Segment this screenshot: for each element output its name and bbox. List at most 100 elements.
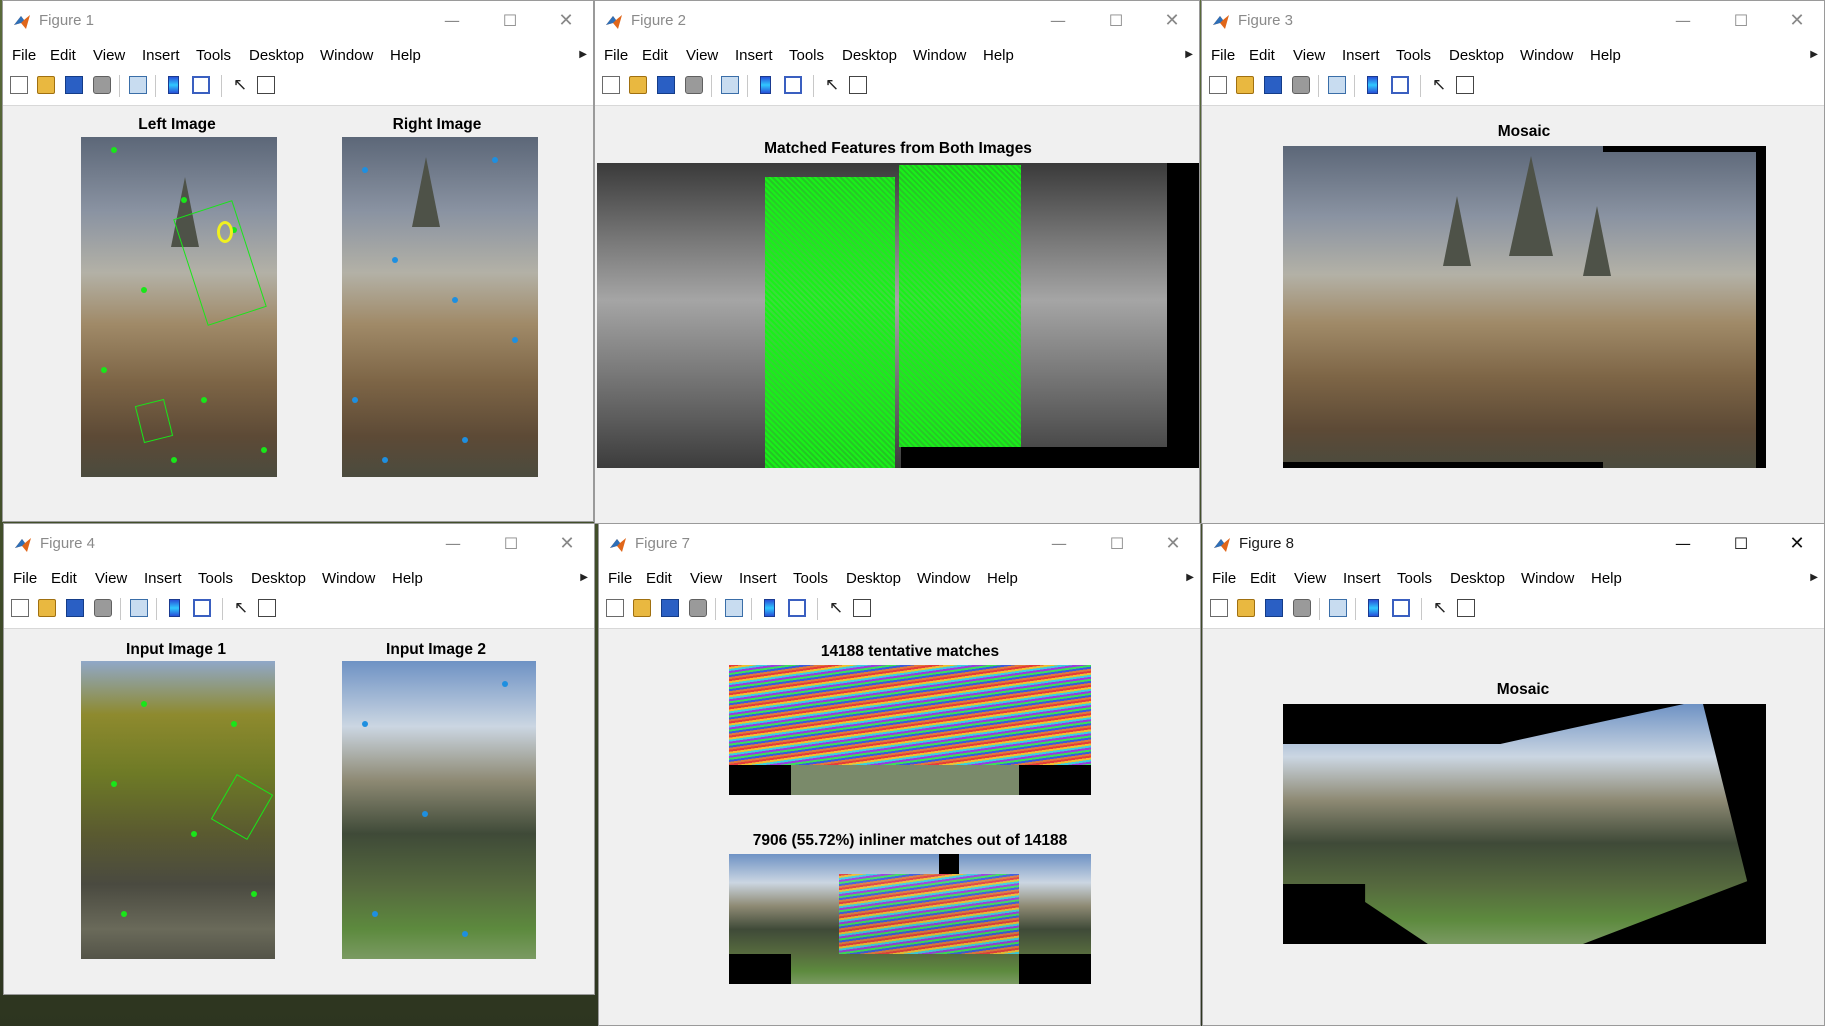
menu-window[interactable]: Window bbox=[1520, 47, 1573, 64]
colorbar-icon[interactable] bbox=[168, 76, 179, 94]
close-button[interactable]: ✕ bbox=[1157, 7, 1187, 35]
new-figure-icon[interactable] bbox=[606, 599, 624, 617]
edit-plot-arrow-icon[interactable]: ↖ bbox=[827, 599, 845, 617]
menu-tools[interactable]: Tools bbox=[196, 47, 231, 64]
save-icon[interactable] bbox=[661, 599, 679, 617]
right-image[interactable] bbox=[342, 137, 538, 477]
open-file-icon[interactable] bbox=[629, 76, 647, 94]
figure-canvas[interactable]: Mosaic bbox=[1203, 629, 1824, 1025]
open-file-icon[interactable] bbox=[1237, 599, 1255, 617]
minimize-button[interactable]: — bbox=[1043, 7, 1073, 35]
menu-tools[interactable]: Tools bbox=[789, 47, 824, 64]
figure-4-window[interactable]: Figure 4 — ☐ ✕ File Edit View Insert Too… bbox=[3, 523, 595, 995]
close-button[interactable]: ✕ bbox=[1782, 530, 1812, 558]
toolbar-chevron-icon[interactable]: ▶ bbox=[1810, 49, 1818, 60]
figure-canvas[interactable]: Matched Features from Both Images bbox=[595, 106, 1199, 523]
close-button[interactable]: ✕ bbox=[552, 530, 582, 558]
property-inspector-icon[interactable] bbox=[853, 599, 871, 617]
open-file-icon[interactable] bbox=[37, 76, 55, 94]
matched-features-image[interactable] bbox=[597, 163, 1199, 468]
menu-window[interactable]: Window bbox=[322, 570, 375, 587]
new-figure-icon[interactable] bbox=[602, 76, 620, 94]
menu-tools[interactable]: Tools bbox=[1396, 47, 1431, 64]
title-bar[interactable]: Figure 2 — ☐ ✕ bbox=[595, 1, 1199, 41]
figure-canvas[interactable]: Left Image Right Image bbox=[3, 106, 593, 521]
menu-tools[interactable]: Tools bbox=[1397, 570, 1432, 587]
save-icon[interactable] bbox=[1264, 76, 1282, 94]
minimize-button[interactable]: — bbox=[1668, 7, 1698, 35]
minimize-button[interactable]: — bbox=[437, 7, 467, 35]
toolbar-chevron-icon[interactable]: ▶ bbox=[579, 49, 587, 60]
mosaic-image[interactable] bbox=[1283, 146, 1766, 468]
legend-icon[interactable] bbox=[1391, 76, 1409, 94]
menu-tools[interactable]: Tools bbox=[793, 570, 828, 587]
link-plot-icon[interactable] bbox=[129, 76, 147, 94]
menu-window[interactable]: Window bbox=[913, 47, 966, 64]
menu-view[interactable]: View bbox=[1293, 47, 1325, 64]
title-bar[interactable]: Figure 1 — ☐ ✕ bbox=[3, 1, 593, 41]
menu-desktop[interactable]: Desktop bbox=[846, 570, 901, 587]
menu-insert[interactable]: Insert bbox=[739, 570, 777, 587]
edit-plot-arrow-icon[interactable]: ↖ bbox=[823, 76, 841, 94]
menu-view[interactable]: View bbox=[686, 47, 718, 64]
menu-view[interactable]: View bbox=[690, 570, 722, 587]
legend-icon[interactable] bbox=[193, 599, 211, 617]
minimize-button[interactable]: — bbox=[1668, 530, 1698, 558]
print-icon[interactable] bbox=[1292, 76, 1310, 94]
menu-file[interactable]: File bbox=[1212, 570, 1236, 587]
save-icon[interactable] bbox=[1265, 599, 1283, 617]
open-file-icon[interactable] bbox=[633, 599, 651, 617]
input-image-1[interactable] bbox=[81, 661, 275, 959]
menu-edit[interactable]: Edit bbox=[642, 47, 668, 64]
title-bar[interactable]: Figure 4 — ☐ ✕ bbox=[4, 524, 594, 564]
figure-2-window[interactable]: Figure 2 — ☐ ✕ File Edit View Insert Too… bbox=[594, 0, 1200, 524]
title-bar[interactable]: Figure 7 — ☐ ✕ bbox=[599, 524, 1200, 564]
link-plot-icon[interactable] bbox=[725, 599, 743, 617]
link-plot-icon[interactable] bbox=[1329, 599, 1347, 617]
menu-help[interactable]: Help bbox=[983, 47, 1014, 64]
figure-canvas[interactable]: Mosaic bbox=[1202, 106, 1824, 523]
property-inspector-icon[interactable] bbox=[257, 76, 275, 94]
new-figure-icon[interactable] bbox=[1209, 76, 1227, 94]
mosaic-image[interactable] bbox=[1283, 704, 1766, 944]
edit-plot-arrow-icon[interactable]: ↖ bbox=[232, 599, 250, 617]
menu-insert[interactable]: Insert bbox=[1342, 47, 1380, 64]
figure-1-window[interactable]: Figure 1 — ☐ ✕ File Edit View Insert Too… bbox=[2, 0, 594, 522]
menu-edit[interactable]: Edit bbox=[51, 570, 77, 587]
menu-help[interactable]: Help bbox=[1591, 570, 1622, 587]
menu-view[interactable]: View bbox=[95, 570, 127, 587]
menu-edit[interactable]: Edit bbox=[1250, 570, 1276, 587]
maximize-button[interactable]: ☐ bbox=[1102, 530, 1132, 558]
figure-canvas[interactable]: Input Image 1 Input Image 2 bbox=[4, 629, 594, 994]
left-image[interactable] bbox=[81, 137, 277, 477]
menu-file[interactable]: File bbox=[604, 47, 628, 64]
toolbar-chevron-icon[interactable]: ▶ bbox=[580, 572, 588, 583]
menu-insert[interactable]: Insert bbox=[142, 47, 180, 64]
menu-help[interactable]: Help bbox=[390, 47, 421, 64]
property-inspector-icon[interactable] bbox=[1457, 599, 1475, 617]
toolbar-chevron-icon[interactable]: ▶ bbox=[1185, 49, 1193, 60]
menu-edit[interactable]: Edit bbox=[1249, 47, 1275, 64]
figure-7-window[interactable]: Figure 7 — ☐ ✕ File Edit View Insert Too… bbox=[598, 523, 1201, 1026]
figure-8-window[interactable]: Figure 8 — ☐ ✕ File Edit View Insert Too… bbox=[1202, 523, 1825, 1026]
menu-edit[interactable]: Edit bbox=[646, 570, 672, 587]
save-icon[interactable] bbox=[657, 76, 675, 94]
title-bar[interactable]: Figure 8 — ☐ ✕ bbox=[1203, 524, 1824, 564]
maximize-button[interactable]: ☐ bbox=[1726, 530, 1756, 558]
toolbar-chevron-icon[interactable]: ▶ bbox=[1186, 572, 1194, 583]
save-icon[interactable] bbox=[65, 76, 83, 94]
save-icon[interactable] bbox=[66, 599, 84, 617]
maximize-button[interactable]: ☐ bbox=[495, 7, 525, 35]
menu-insert[interactable]: Insert bbox=[735, 47, 773, 64]
minimize-button[interactable]: — bbox=[1044, 530, 1074, 558]
open-file-icon[interactable] bbox=[1236, 76, 1254, 94]
menu-window[interactable]: Window bbox=[320, 47, 373, 64]
menu-tools[interactable]: Tools bbox=[198, 570, 233, 587]
colorbar-icon[interactable] bbox=[764, 599, 775, 617]
open-file-icon[interactable] bbox=[38, 599, 56, 617]
menu-help[interactable]: Help bbox=[1590, 47, 1621, 64]
menu-desktop[interactable]: Desktop bbox=[842, 47, 897, 64]
toolbar-chevron-icon[interactable]: ▶ bbox=[1810, 572, 1818, 583]
close-button[interactable]: ✕ bbox=[1158, 530, 1188, 558]
input-image-2[interactable] bbox=[342, 661, 536, 959]
